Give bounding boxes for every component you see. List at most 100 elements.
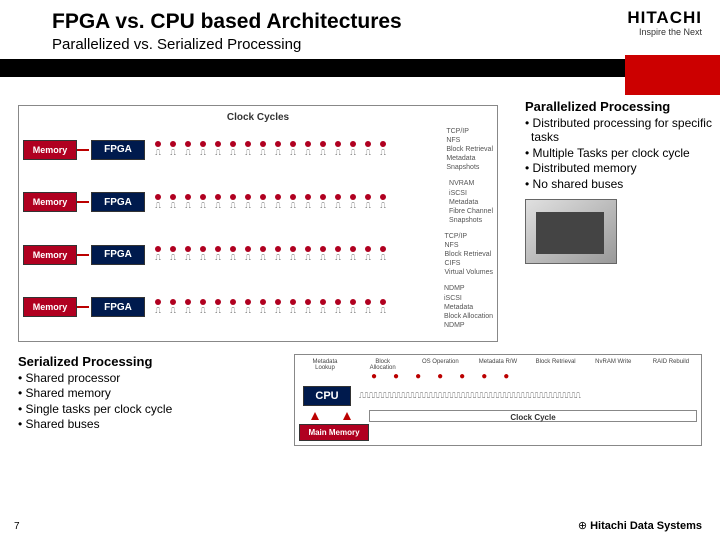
task-dot: [290, 246, 296, 252]
task-label: iSCSI: [444, 294, 493, 303]
clock-cycles-label: Clock Cycles: [23, 112, 493, 123]
task-label: Fibre Channel: [449, 207, 493, 216]
logo-text: HITACHI: [627, 8, 702, 28]
wave-icon: ⎍: [170, 253, 175, 263]
wave-icon: ⎍: [365, 201, 370, 211]
memory-box: Memory: [23, 140, 77, 160]
wave-icon: ⎍: [305, 253, 310, 263]
fpga-row: MemoryFPGA⎍⎍⎍⎍⎍⎍⎍⎍⎍⎍⎍⎍⎍⎍⎍⎍TCP/IPNFSBlock…: [23, 127, 493, 172]
wave-icon: ⎍: [305, 148, 310, 158]
header-divider: [0, 59, 720, 77]
wave-icon: ⎍: [185, 253, 190, 263]
task-label: Block Allocation: [444, 312, 493, 321]
arrow-up-icon: [343, 412, 351, 420]
fpga-row: MemoryFPGA⎍⎍⎍⎍⎍⎍⎍⎍⎍⎍⎍⎍⎍⎍⎍⎍TCP/IPNFSBlock…: [23, 232, 493, 277]
wave-icon: ⎍: [365, 148, 370, 158]
wave-icon: ⎍: [200, 253, 205, 263]
task-dot: [245, 194, 251, 200]
wave-icon: ⎍: [185, 201, 190, 211]
task-dot: [350, 246, 356, 252]
wave-icon: ⎍: [335, 306, 340, 316]
task-label: iSCSI: [449, 189, 493, 198]
task-label: TCP/IP: [446, 127, 493, 136]
arrow-icon: [77, 149, 89, 151]
cpu-phase-label: Metadata R/W: [478, 359, 518, 371]
task-dot: [245, 299, 251, 305]
fpga-row: MemoryFPGA⎍⎍⎍⎍⎍⎍⎍⎍⎍⎍⎍⎍⎍⎍⎍⎍NDMPiSCSIMetad…: [23, 284, 493, 329]
wave-icon: ⎍: [380, 253, 385, 263]
task-dot: [320, 194, 326, 200]
task-dot: [155, 299, 161, 305]
wave-icon: ⎍: [365, 306, 370, 316]
task-list: TCP/IPNFSBlock RetrievalCIFSVirtual Volu…: [444, 232, 493, 277]
task-dot: [380, 194, 386, 200]
task-dot: [200, 194, 206, 200]
task-dot: [380, 299, 386, 305]
task-dot: [260, 299, 266, 305]
task-dot: [215, 194, 221, 200]
task-dot: [170, 141, 176, 147]
task-dot: [290, 299, 296, 305]
task-dot: [275, 141, 281, 147]
task-label: NFS: [446, 136, 493, 145]
wave-icon: ⎍: [290, 148, 295, 158]
cpu-phase-label: Block Allocation: [363, 359, 403, 371]
tick-area: ⎍⎍⎍⎍⎍⎍⎍⎍⎍⎍⎍⎍⎍⎍⎍⎍: [151, 246, 440, 263]
arrow-icon: [77, 254, 89, 256]
wave-icon: ⎍: [215, 148, 220, 158]
bullet-item: • Multiple Tasks per clock cycle: [531, 146, 720, 160]
wave-icon: ⎍: [230, 148, 235, 158]
task-dot: [380, 141, 386, 147]
fpga-chip-image: [525, 199, 617, 264]
parallel-heading: Parallelized Processing: [525, 99, 720, 114]
task-dot: [200, 141, 206, 147]
task-label: TCP/IP: [444, 232, 493, 241]
wave-icon: ⎍: [200, 201, 205, 211]
wave-icon: ⎍: [380, 201, 385, 211]
cpu-phase-label: Metadata Lookup: [305, 359, 345, 371]
wave-icon: ⎍: [335, 201, 340, 211]
wave-icon: ⎍: [170, 201, 175, 211]
wave-icon: ⎍: [200, 148, 205, 158]
logo-tagline: Inspire the Next: [627, 27, 702, 37]
bullet-item: • Shared buses: [24, 417, 278, 431]
fpga-box: FPGA: [91, 192, 145, 212]
footer-brand-text: Hitachi Data Systems: [590, 520, 702, 532]
task-dot: [350, 299, 356, 305]
wave-icon: ⎍: [260, 306, 265, 316]
task-list: TCP/IPNFSBlock RetrievalMetadataSnapshot…: [446, 127, 493, 172]
serial-section: Serialized Processing • Shared processor…: [18, 354, 278, 446]
task-dot: [350, 141, 356, 147]
task-dot: [185, 299, 191, 305]
task-dot: [170, 299, 176, 305]
slide-subtitle: Parallelized vs. Serialized Processing: [52, 36, 668, 53]
task-label: Metadata: [449, 198, 493, 207]
task-dot: [230, 299, 236, 305]
task-dot: [215, 299, 221, 305]
wave-icon: ⎍: [245, 306, 250, 316]
bullet-item: • Shared memory: [24, 386, 278, 400]
wave-icon: ⎍: [305, 201, 310, 211]
slide-title: FPGA vs. CPU based Architectures: [52, 10, 668, 34]
wave-icon: ⎍: [230, 306, 235, 316]
wave-icon: ⎍: [230, 201, 235, 211]
task-dot: [155, 141, 161, 147]
task-list: NVRAMiSCSIMetadataFibre ChannelSnapshots: [449, 179, 493, 224]
task-list: NDMPiSCSIMetadataBlock AllocationNDMP: [444, 284, 493, 329]
task-label: CIFS: [444, 259, 493, 268]
wave-icon: ⎍: [185, 148, 190, 158]
task-label: Snapshots: [449, 216, 493, 225]
wave-icon: ⎍: [320, 148, 325, 158]
footer-logo-icon: ⊕: [578, 520, 587, 532]
task-dot: [230, 141, 236, 147]
wave-icon: ⎍: [320, 306, 325, 316]
wave-icon: ⎍: [260, 148, 265, 158]
wave-icon: ⎍: [320, 201, 325, 211]
fpga-box: FPGA: [91, 140, 145, 160]
task-label: Block Retrieval: [444, 250, 493, 259]
cpu-phase-label: OS Operation: [420, 359, 460, 371]
tick-area: ⎍⎍⎍⎍⎍⎍⎍⎍⎍⎍⎍⎍⎍⎍⎍⎍: [151, 194, 445, 211]
cpu-phase-label: RAID Rebuild: [651, 359, 691, 371]
task-label: Snapshots: [446, 163, 493, 172]
task-dot: [260, 246, 266, 252]
